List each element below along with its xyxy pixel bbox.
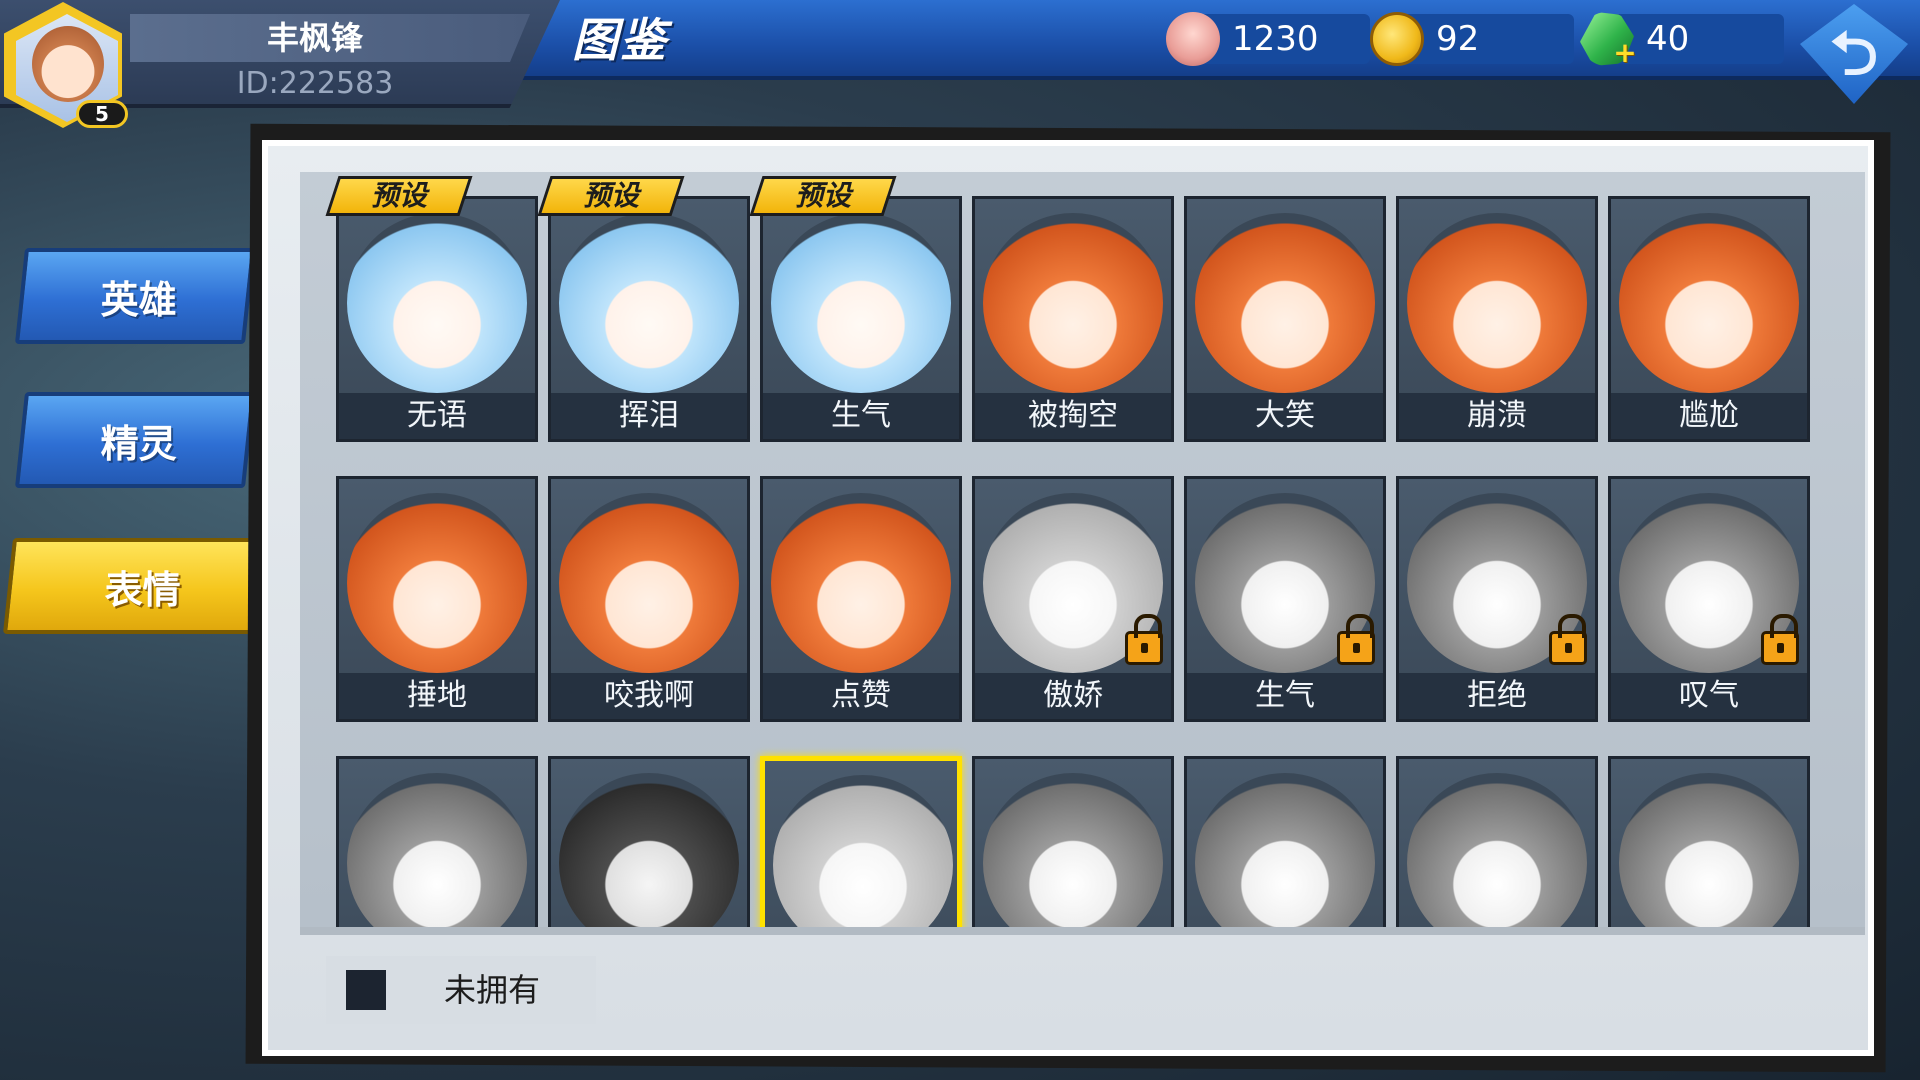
tab-heroes[interactable]: 英雄 [14,248,256,344]
emote-portrait [559,493,739,673]
emote-label: 挥泪 [619,398,679,433]
emote-card[interactable] [760,756,962,927]
preset-tag-label: 预设 [370,179,427,212]
emote-card[interactable]: 被掏空 [972,196,1174,442]
preset-tag: 预设 [749,176,897,216]
coin-icon [1370,12,1424,66]
emote-card[interactable] [972,756,1174,927]
grid-scroll-edge [300,927,1865,935]
emote-portrait [559,773,739,927]
emote-card[interactable] [548,756,750,927]
tab-emotes-label: 表情 [104,568,181,612]
player-name: 丰枫锋 [266,19,363,57]
tab-emotes[interactable]: 表情 [2,538,276,634]
tab-heroes-label: 英雄 [100,278,177,322]
preset-tag-label: 预设 [794,179,851,212]
emote-portrait [347,773,527,927]
emote-label: 咬我啊 [604,678,694,713]
legend-label: 未拥有 [444,971,541,1009]
emote-label: 点赞 [831,678,891,713]
emote-card[interactable] [336,756,538,927]
player-id: ID:222583 [236,66,394,101]
emote-portrait [771,493,951,673]
lock-icon [1549,614,1587,665]
emote-card[interactable]: 尴尬 [1608,196,1810,442]
emote-label: 生气 [831,398,891,433]
emote-card[interactable] [1396,756,1598,927]
preset-tag: 预设 [537,176,685,216]
emote-label: 傲娇 [1043,678,1103,713]
emote-card[interactable]: 无语 [336,196,538,442]
emote-portrait [773,775,953,927]
emote-card[interactable] [1608,756,1810,927]
lock-icon [1125,614,1163,665]
emote-card[interactable]: 点赞 [760,476,962,722]
lock-icon [1761,614,1799,665]
emote-label: 拒绝 [1467,678,1527,713]
emote-portrait [559,213,739,393]
preset-tag: 预设 [325,176,473,216]
emote-portrait [1407,773,1587,927]
tab-spirits[interactable]: 精灵 [14,392,256,488]
back-arrow-icon: ⮌ [1829,19,1879,89]
emote-label: 无语 [407,398,467,433]
emote-card[interactable] [1184,756,1386,927]
currency-shells-value: 1230 [1232,19,1319,59]
preset-tag-label: 预设 [582,179,639,212]
emote-grid[interactable]: 无语 预设 挥泪 预设 生气 预设 被掏空 大笑 崩溃 尴尬 捶地 咬我啊 点赞 傲娇 生气 拒绝 叹气 [300,172,1865,927]
emote-portrait [771,213,951,393]
currency-gems[interactable]: + 40 [1580,12,1784,67]
avatar-portrait [32,26,104,102]
emote-portrait [347,493,527,673]
emote-portrait [1195,213,1375,393]
currency-coins-value: 92 [1436,19,1480,59]
currency-coins: 92 [1370,12,1574,66]
emote-portrait [347,213,527,393]
emote-portrait [983,213,1163,393]
plus-icon[interactable]: + [1612,39,1638,67]
emote-card[interactable]: 傲娇 [972,476,1174,722]
emote-label: 叹气 [1679,678,1739,713]
emote-card[interactable]: 生气 [760,196,962,442]
emote-portrait [983,773,1163,927]
emote-card[interactable]: 叹气 [1608,476,1810,722]
emote-portrait [1195,773,1375,927]
emote-label: 被掏空 [1028,398,1118,433]
emote-label: 捶地 [407,678,467,713]
currency-shells: 1230 [1166,12,1370,66]
emote-label: 崩溃 [1467,398,1527,433]
emote-card[interactable]: 大笑 [1184,196,1386,442]
emote-card[interactable]: 咬我啊 [548,476,750,722]
emote-card[interactable]: 生气 [1184,476,1386,722]
emote-portrait [1407,213,1587,393]
currency-gems-value: 40 [1646,19,1690,59]
tab-spirits-label: 精灵 [100,422,177,466]
level-badge: 5 [76,100,128,128]
emote-portrait [1619,773,1799,927]
emote-card[interactable]: 挥泪 [548,196,750,442]
legend: 未拥有 [326,956,596,1024]
emote-card[interactable]: 拒绝 [1396,476,1598,722]
emote-label: 大笑 [1255,398,1315,433]
lock-icon [1337,614,1375,665]
emote-card[interactable]: 捶地 [336,476,538,722]
emote-portrait [1619,213,1799,393]
emote-label: 尴尬 [1679,398,1739,433]
emote-label: 生气 [1255,678,1315,713]
emote-card[interactable]: 崩溃 [1396,196,1598,442]
shell-icon [1166,12,1220,66]
page-title: 图鉴 [572,13,668,67]
legend-swatch [346,970,386,1010]
